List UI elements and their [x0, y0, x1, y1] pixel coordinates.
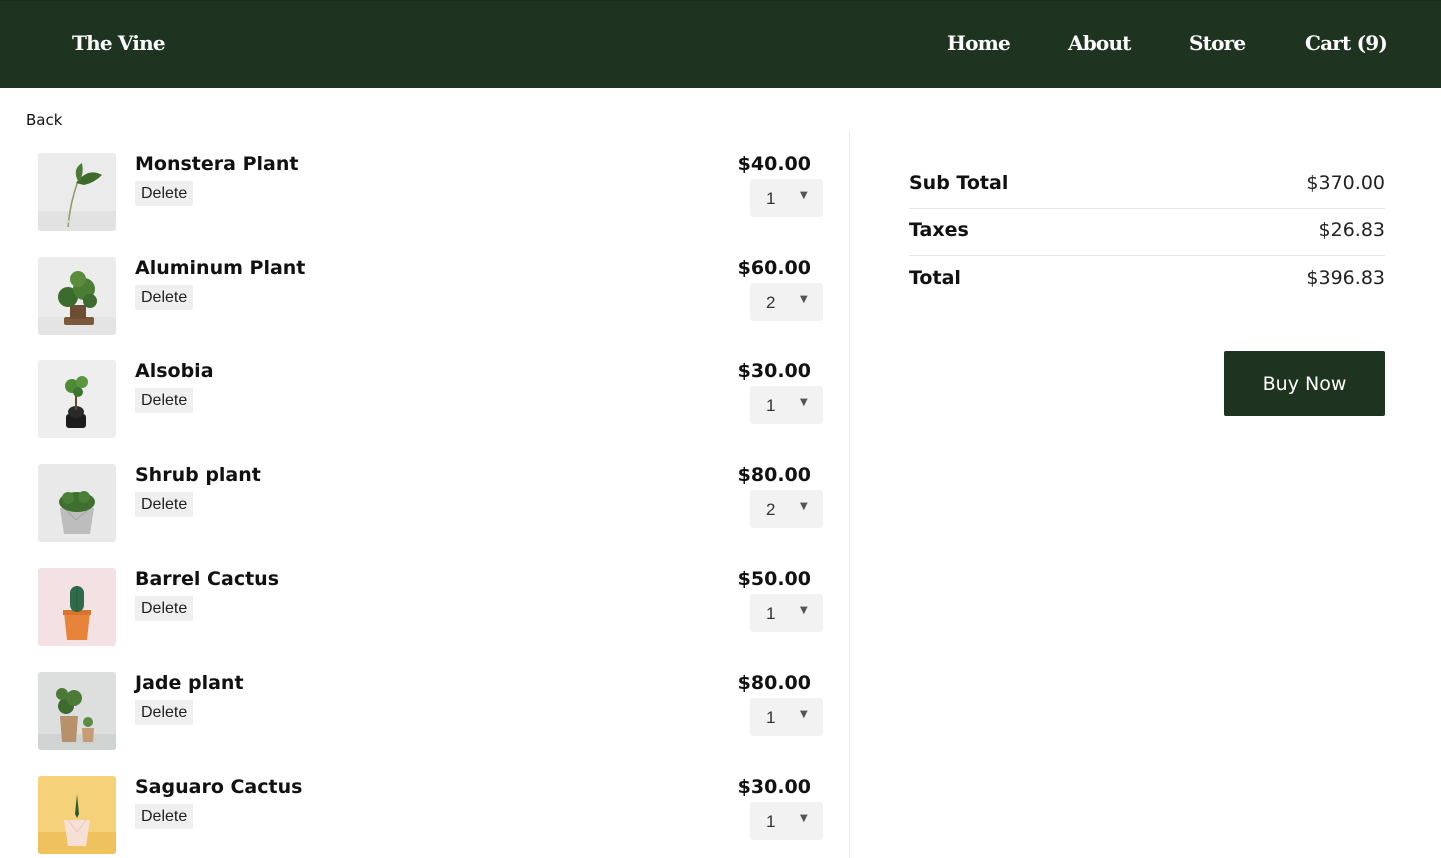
taxes-row: Taxes $26.83 [909, 219, 1385, 249]
quantity-value: 1 [766, 708, 776, 727]
brand-logo[interactable]: The Vine [72, 31, 166, 55]
taxes-label: Taxes [909, 219, 969, 241]
item-price: $30.00 [737, 360, 811, 382]
delete-button[interactable]: Delete [135, 596, 194, 621]
chevron-down-icon: ▼ [800, 397, 808, 408]
chevron-down-icon: ▼ [800, 813, 808, 824]
item-name: Monstera Plant [135, 153, 299, 175]
delete-button[interactable]: Delete [135, 804, 194, 829]
item-price: $80.00 [737, 464, 811, 486]
item-name: Shrub plant [135, 464, 261, 486]
quantity-value: 1 [766, 396, 776, 415]
item-name: Aluminum Plant [135, 257, 306, 279]
quantity-select[interactable]: 1 ▼ [750, 802, 823, 840]
quantity-select[interactable]: 1 ▼ [750, 698, 823, 736]
item-price: $60.00 [737, 257, 811, 279]
delete-button[interactable]: Delete [135, 700, 194, 725]
quantity-select[interactable]: 1 ▼ [750, 386, 823, 424]
cart-item: Aluminum Plant Delete $60.00 2 ▼ [38, 257, 823, 337]
cart-item: Monstera Plant Delete $40.00 1 ▼ [38, 153, 823, 233]
top-navbar: The Vine Home About Store Cart (9) [0, 0, 1441, 88]
summary-divider [909, 208, 1385, 209]
cart-item: Shrub plant Delete $80.00 2 ▼ [38, 464, 823, 544]
quantity-value: 2 [766, 293, 776, 312]
chevron-down-icon: ▼ [800, 709, 808, 720]
aluminum-plant-photo[interactable] [38, 257, 116, 335]
summary-divider [909, 255, 1385, 256]
item-price: $50.00 [737, 568, 811, 590]
item-price: $30.00 [737, 776, 811, 798]
item-name: Alsobia [135, 360, 214, 382]
total-row: Total $396.83 [909, 267, 1385, 297]
nav-store-link[interactable]: Store [1189, 31, 1246, 55]
delete-button[interactable]: Delete [135, 388, 194, 413]
delete-button[interactable]: Delete [135, 492, 194, 517]
delete-button[interactable]: Delete [135, 181, 194, 206]
monstera-plant-photo[interactable] [38, 153, 116, 231]
subtotal-row: Sub Total $370.00 [909, 172, 1385, 202]
item-name: Barrel Cactus [135, 568, 280, 590]
jade-plant-photo[interactable] [38, 672, 116, 750]
quantity-select[interactable]: 2 ▼ [750, 283, 823, 321]
taxes-value: $26.83 [1318, 219, 1385, 241]
quantity-value: 1 [766, 189, 776, 208]
chevron-down-icon: ▼ [800, 294, 808, 305]
nav-home-link[interactable]: Home [947, 31, 1011, 55]
quantity-value: 1 [766, 604, 776, 623]
back-link[interactable]: Back [26, 111, 62, 129]
delete-button[interactable]: Delete [135, 285, 194, 310]
quantity-select[interactable]: 1 ▼ [750, 594, 823, 632]
subtotal-value: $370.00 [1306, 172, 1385, 194]
subtotal-label: Sub Total [909, 172, 1009, 194]
buy-now-button[interactable]: Buy Now [1224, 351, 1385, 416]
chevron-down-icon: ▼ [800, 190, 808, 201]
item-price: $40.00 [737, 153, 811, 175]
cart-item: Jade plant Delete $80.00 1 ▼ [38, 672, 823, 752]
cart-item: Saguaro Cactus Delete $30.00 1 ▼ [38, 776, 823, 856]
chevron-down-icon: ▼ [800, 501, 808, 512]
item-price: $80.00 [737, 672, 811, 694]
column-divider [849, 132, 850, 858]
quantity-select[interactable]: 2 ▼ [750, 490, 823, 528]
alsobia-plant-photo[interactable] [38, 360, 116, 438]
cart-item: Barrel Cactus Delete $50.00 1 ▼ [38, 568, 823, 648]
quantity-select[interactable]: 1 ▼ [750, 179, 823, 217]
nav-cart-link[interactable]: Cart (9) [1305, 31, 1388, 55]
item-name: Jade plant [135, 672, 244, 694]
shrub-plant-photo[interactable] [38, 464, 116, 542]
total-value: $396.83 [1306, 267, 1385, 289]
barrel-cactus-photo[interactable] [38, 568, 116, 646]
quantity-value: 2 [766, 500, 776, 519]
cart-item: Alsobia Delete $30.00 1 ▼ [38, 360, 823, 440]
chevron-down-icon: ▼ [800, 605, 808, 616]
total-label: Total [909, 267, 961, 289]
quantity-value: 1 [766, 812, 776, 831]
saguaro-cactus-photo[interactable] [38, 776, 116, 854]
nav-about-link[interactable]: About [1068, 31, 1131, 55]
item-name: Saguaro Cactus [135, 776, 303, 798]
